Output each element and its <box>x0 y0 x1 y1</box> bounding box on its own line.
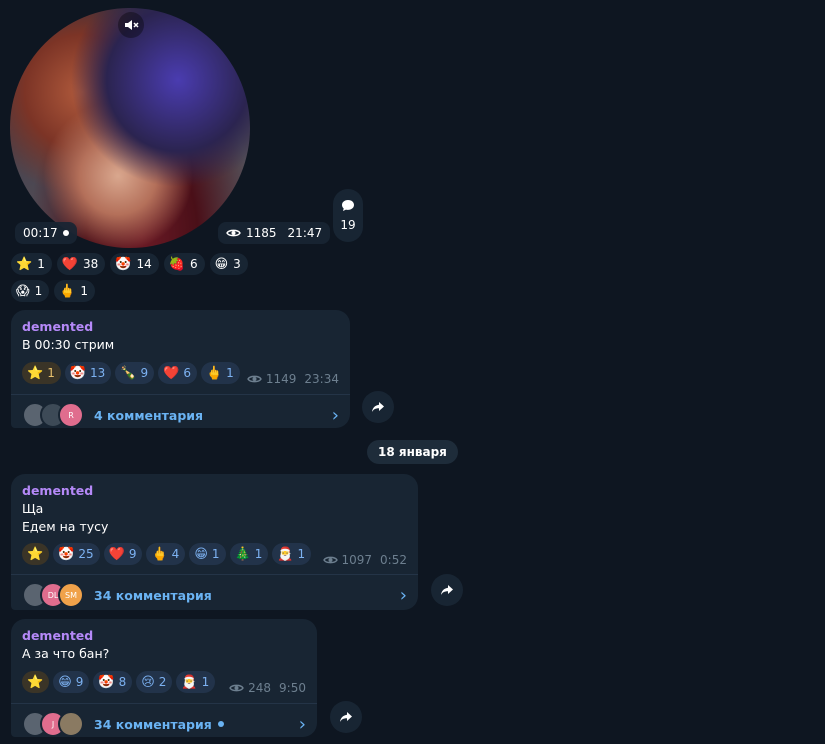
message-reactions: ⭐ 😁 9 🤡 8 😢 2 🎅 1 <box>22 671 216 693</box>
comments-count: 19 <box>340 218 356 232</box>
message-text: А за что бан? <box>22 646 110 661</box>
reaction-grin[interactable]: 😁 9 <box>53 671 90 693</box>
reaction-bottle[interactable]: 🍾 9 <box>115 362 155 384</box>
views-count: 1149 <box>265 372 297 386</box>
views-icon <box>229 684 244 692</box>
message-meta: 1097 0:52 <box>322 553 407 567</box>
message-reactions: ⭐ 🤡 25 ❤️ 9 🖕 4 😁 1 🎄 1 🎅 1 <box>22 543 312 565</box>
views-count: 1097 <box>341 553 373 567</box>
post-time: 0:52 <box>380 553 407 567</box>
share-icon <box>372 402 384 412</box>
views-count: 248 <box>248 681 272 695</box>
views-count: 1185 <box>246 226 277 240</box>
reaction-clown[interactable]: 🤡 25 <box>53 543 100 565</box>
message-author[interactable]: demented <box>22 483 407 498</box>
unseen-dot <box>62 230 69 236</box>
post-time: 9:50 <box>279 681 306 695</box>
chevron-right-icon: › <box>399 584 407 606</box>
duration-text: 00:17 <box>23 226 58 240</box>
reaction-grin[interactable]: 😁 3 <box>209 253 248 275</box>
post-time: 21:47 <box>287 226 323 240</box>
share-button[interactable] <box>431 574 463 606</box>
share-button[interactable] <box>362 391 394 423</box>
video-duration: 00:17 <box>15 222 77 244</box>
video-meta: 1185 21:47 <box>218 222 331 244</box>
comments-button[interactable]: 19 <box>333 189 363 242</box>
reaction-finger[interactable]: 🖕 1 <box>200 362 240 384</box>
reaction-finger[interactable]: 🖕 1 <box>54 280 96 302</box>
avatar: R <box>58 402 84 428</box>
message-text-line: Ща <box>22 501 44 516</box>
share-icon <box>340 712 352 722</box>
avatar <box>58 711 84 737</box>
comment-icon <box>342 200 354 211</box>
comments-link[interactable]: R 4 комментария › <box>11 395 350 435</box>
mute-icon[interactable] <box>118 12 144 38</box>
views-icon <box>322 556 338 564</box>
commenter-avatars: R <box>22 402 84 428</box>
message-text: В 00:30 стрим <box>22 337 115 352</box>
reaction-cry[interactable]: 😢 2 <box>136 671 173 693</box>
message-meta: 1149 23:34 <box>247 372 339 386</box>
reaction-clown[interactable]: 🤡 8 <box>93 671 133 693</box>
reaction-clown[interactable]: 🤡 13 <box>64 362 112 384</box>
video-reactions-row1: ⭐ 1 ❤️ 38 🤡 14 🍓 6 😁 3 <box>11 253 248 275</box>
comments-label: 4 комментария <box>94 407 204 423</box>
date-divider: 18 января <box>367 440 458 464</box>
commenter-avatars: J <box>22 711 84 737</box>
reaction-strawberry[interactable]: 🍓 6 <box>163 253 205 275</box>
reaction-heart[interactable]: ❤️ 6 <box>158 362 197 384</box>
share-icon <box>441 585 453 595</box>
message-meta: 248 9:50 <box>229 681 306 695</box>
reaction-clown[interactable]: 🤡 14 <box>110 253 159 275</box>
video-message-circle[interactable] <box>10 8 250 248</box>
views-icon <box>226 229 241 237</box>
reaction-finger[interactable]: 🖕 4 <box>146 543 186 565</box>
reaction-star[interactable]: ⭐ 1 <box>22 362 61 384</box>
reaction-tree[interactable]: 🎄 1 <box>229 543 269 565</box>
unread-dot <box>217 721 224 727</box>
message-reactions: ⭐ 1 🤡 13 🍾 9 ❤️ 6 🖕 1 <box>22 362 240 384</box>
reaction-santa[interactable]: 🎅 1 <box>176 671 216 693</box>
message-text-line: Едем на тусу <box>22 519 109 534</box>
video-reactions-row2: 😱 1 🖕 1 <box>11 280 96 302</box>
avatar: SM <box>58 582 84 608</box>
chevron-right-icon: › <box>298 713 306 735</box>
reaction-star[interactable]: ⭐ <box>22 671 50 693</box>
comments-link[interactable]: J 34 комментария › <box>11 704 317 744</box>
reaction-santa[interactable]: 🎅 1 <box>272 543 312 565</box>
reaction-star[interactable]: ⭐ 1 <box>11 253 52 275</box>
reaction-heart[interactable]: ❤️ 38 <box>56 253 106 275</box>
message-author[interactable]: demented <box>22 628 306 643</box>
comments-label: 34 комментария <box>94 716 212 732</box>
message-bubble: demented В 00:30 стрим ⭐ 1 🤡 13 🍾 9 ❤️ 6 🖕 1 … <box>11 310 350 428</box>
comments-link[interactable]: DL SM 34 комментария › <box>11 575 418 615</box>
views-icon <box>247 375 262 383</box>
reaction-grin[interactable]: 😁 1 <box>189 543 226 565</box>
share-button[interactable] <box>330 701 362 733</box>
reaction-star[interactable]: ⭐ <box>22 543 50 565</box>
message-author[interactable]: demented <box>22 319 339 334</box>
message-bubble: demented А за что бан? ⭐ 😁 9 🤡 8 😢 2 🎅 1 248… <box>11 619 317 737</box>
reaction-heart[interactable]: ❤️ 9 <box>103 543 143 565</box>
reaction-scream[interactable]: 😱 1 <box>11 280 50 302</box>
chevron-right-icon: › <box>331 404 339 426</box>
post-time: 23:34 <box>304 372 339 386</box>
commenter-avatars: DL SM <box>22 582 84 608</box>
message-bubble: demented Ща Едем на тусу ⭐ 🤡 25 ❤️ 9 🖕 4 😁 1… <box>11 474 418 610</box>
comments-label: 34 комментария <box>94 587 212 603</box>
